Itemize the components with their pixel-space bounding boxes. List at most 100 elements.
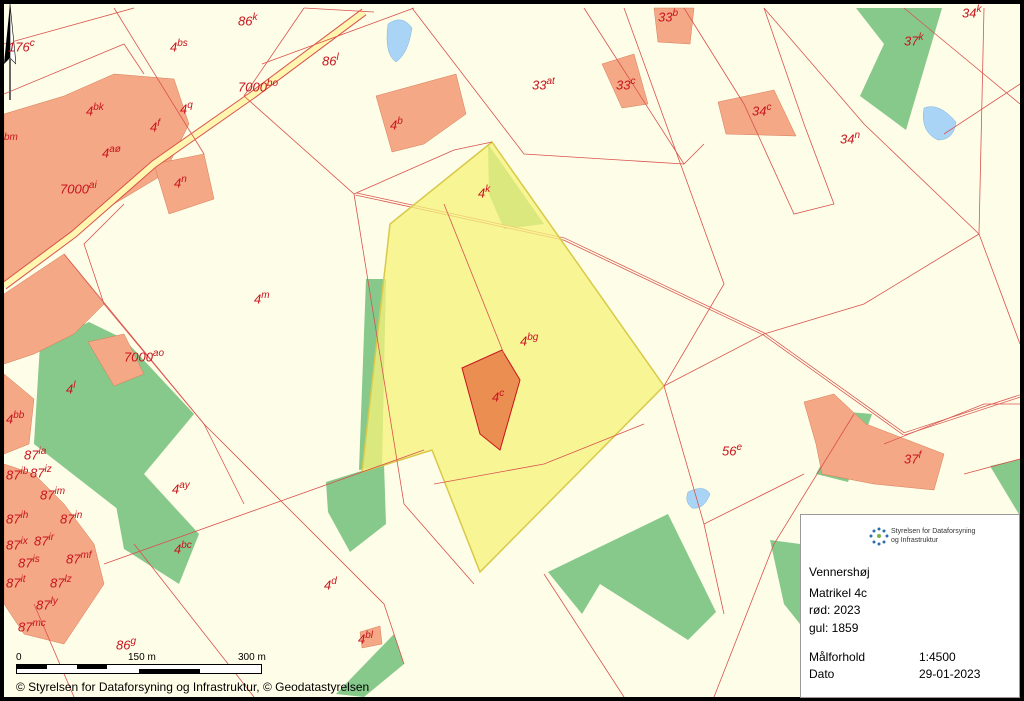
legend-box: Styrelsen for Dataforsyning og Infrastru… <box>800 514 1020 698</box>
parcel-label-suffix: mc <box>32 618 46 629</box>
parcel-label-suffix: ih <box>20 510 29 521</box>
parcel-label-suffix: mf <box>80 550 92 561</box>
scale-segment <box>17 665 47 669</box>
parcel-label-suffix: f <box>918 450 922 461</box>
parcel-label-suffix: e <box>736 442 743 453</box>
parcel-label-number: 86 <box>322 53 337 69</box>
parcel-label-suffix: d <box>331 576 337 587</box>
parcel-label-suffix: k <box>485 184 491 195</box>
scale-tick-300: 300 m <box>238 652 266 663</box>
agency-logo-text: Styrelsen for Dataforsyning og Infrastru… <box>891 527 975 545</box>
pond <box>386 19 413 63</box>
parcel-label-suffix: it <box>20 574 26 585</box>
parcel-label-34n: 34n <box>840 130 860 146</box>
parcel-label-suffix: bb <box>13 410 25 421</box>
parcel-label-number: 7000 <box>238 79 267 95</box>
parcel-label-7000ao: 7000ao <box>124 348 164 364</box>
logo-text-line-1: Styrelsen for Dataforsyning <box>891 528 976 535</box>
parcel-label-suffix: im <box>54 486 66 497</box>
path-road <box>903 395 1020 435</box>
parcel-label-87ih: 87ih <box>6 510 28 526</box>
parcel-label-suffix: b <box>397 116 403 127</box>
scale-tick-0: 0 <box>16 652 22 663</box>
parcel-label-suffix: iz <box>44 464 52 475</box>
parcel-label-87ia: 87ia <box>24 446 46 462</box>
parcel-label-suffix: bm <box>4 132 18 143</box>
parcel-label-56e: 56e <box>722 442 742 458</box>
parcel-label-number: 87 <box>30 465 45 481</box>
parcel-label-87in: 87in <box>60 510 82 526</box>
parcel-label-87ix: 87ix <box>6 536 28 552</box>
parcel-label-number: 87 <box>50 575 65 591</box>
parcel-label-suffix: l <box>73 380 76 391</box>
parcel-label-7000ai: 7000ai <box>60 180 97 196</box>
parcel-label-suffix: k <box>918 32 924 43</box>
parcel-label-87mf: 87mf <box>66 550 92 566</box>
scale-segment <box>77 665 107 669</box>
parcel-label-number: 87 <box>34 533 49 549</box>
parcel-label-suffix: in <box>74 510 83 521</box>
parcel-label-number: 34 <box>962 5 977 21</box>
parcel-label-suffix: f <box>157 118 161 129</box>
parcel-label-86g: 86g <box>116 636 136 652</box>
parcel-line <box>703 473 805 525</box>
parcel-label-4f: 4f <box>150 118 160 134</box>
parcel-label-4n: 4n <box>174 174 187 190</box>
parcel-label-number: 176 <box>8 39 30 55</box>
parcel-label-suffix: c <box>29 38 35 49</box>
built-area <box>375 73 467 153</box>
parcel-label-4bg: 4bg <box>520 332 538 348</box>
copyright-text: © Styrelsen for Dataforsyning og Infrast… <box>16 680 370 694</box>
parcel-line <box>883 403 1020 445</box>
parcel-label-4ay: 4ay <box>172 480 190 496</box>
place-name: Vennershøj <box>809 565 870 579</box>
parcel-label-suffix: ai <box>88 180 97 191</box>
parcel-label-suffix: c <box>766 102 772 113</box>
parcel-line <box>623 7 725 387</box>
parcel-label-7000bo: 7000bo <box>238 78 278 94</box>
parcel-label-number: 33 <box>658 9 673 25</box>
parcel-label-suffix: g <box>130 636 137 647</box>
parcel-label-suffix: l <box>336 52 339 63</box>
map-frame: 176c 4bs 86k 86l 7000bo 33b 34k 37k 33at 33c 34c 34… <box>0 0 1024 701</box>
parcel-label-suffix: ix <box>20 536 28 547</box>
logo-text-line-2: og Infrastruktur <box>891 537 939 544</box>
parcel-label-suffix: bs <box>177 38 188 49</box>
scale-bar-graphic <box>16 664 262 674</box>
parcel-label-suffix: ay <box>179 480 190 491</box>
parcel-label-suffix: bl <box>365 630 374 641</box>
forest-area <box>548 514 716 640</box>
parcel-label-4c: 4c <box>492 388 504 404</box>
parcel-label-4d: 4d <box>324 576 337 592</box>
scale-tick-150: 150 m <box>128 652 156 663</box>
parcel-label-suffix: aø <box>109 144 121 155</box>
parcel-label-87im: 87im <box>40 486 65 502</box>
parcel-label-4b: 4b <box>390 116 403 132</box>
parcel-label-number: 87 <box>6 537 21 553</box>
parcel-label-suffix: k <box>976 4 982 15</box>
matrikel-label: Matrikel 4c <box>809 586 868 600</box>
parcel-label-176c: 176c <box>8 38 35 54</box>
parcel-label-number: 7000 <box>124 349 153 365</box>
parcel-label-number: 87 <box>40 487 55 503</box>
parcel-label-number: 87 <box>36 597 51 613</box>
parcel-label-4bk: 4bk <box>86 102 104 118</box>
date-value: 29-01-2023 <box>919 667 981 681</box>
parcel-line <box>203 423 245 505</box>
parcel-label-4bc: 4bc <box>174 540 192 556</box>
parcel-label-86l: 86l <box>322 52 339 68</box>
parcel-label-87mc: 87mc <box>18 618 46 634</box>
parcel-label-37k: 37k <box>904 32 923 48</box>
parcel-label-86k: 86k <box>238 12 257 28</box>
parcel-label-4bs: 4bs <box>170 38 188 54</box>
parcel-label-number: 86 <box>116 637 131 653</box>
parcel-label-4m: 4m <box>254 290 270 306</box>
parcel-label-34c: 34c <box>752 102 771 118</box>
parcel-label-suffix: ir <box>48 532 55 543</box>
forest-area <box>326 464 386 552</box>
parcel-label-number: 87 <box>18 555 33 571</box>
scale-ratio-value: 1:4500 <box>919 650 956 664</box>
parcel-label-4bb: 4bb <box>6 410 24 426</box>
parcel-label-number: 87 <box>66 551 81 567</box>
parcel-line <box>303 7 375 13</box>
